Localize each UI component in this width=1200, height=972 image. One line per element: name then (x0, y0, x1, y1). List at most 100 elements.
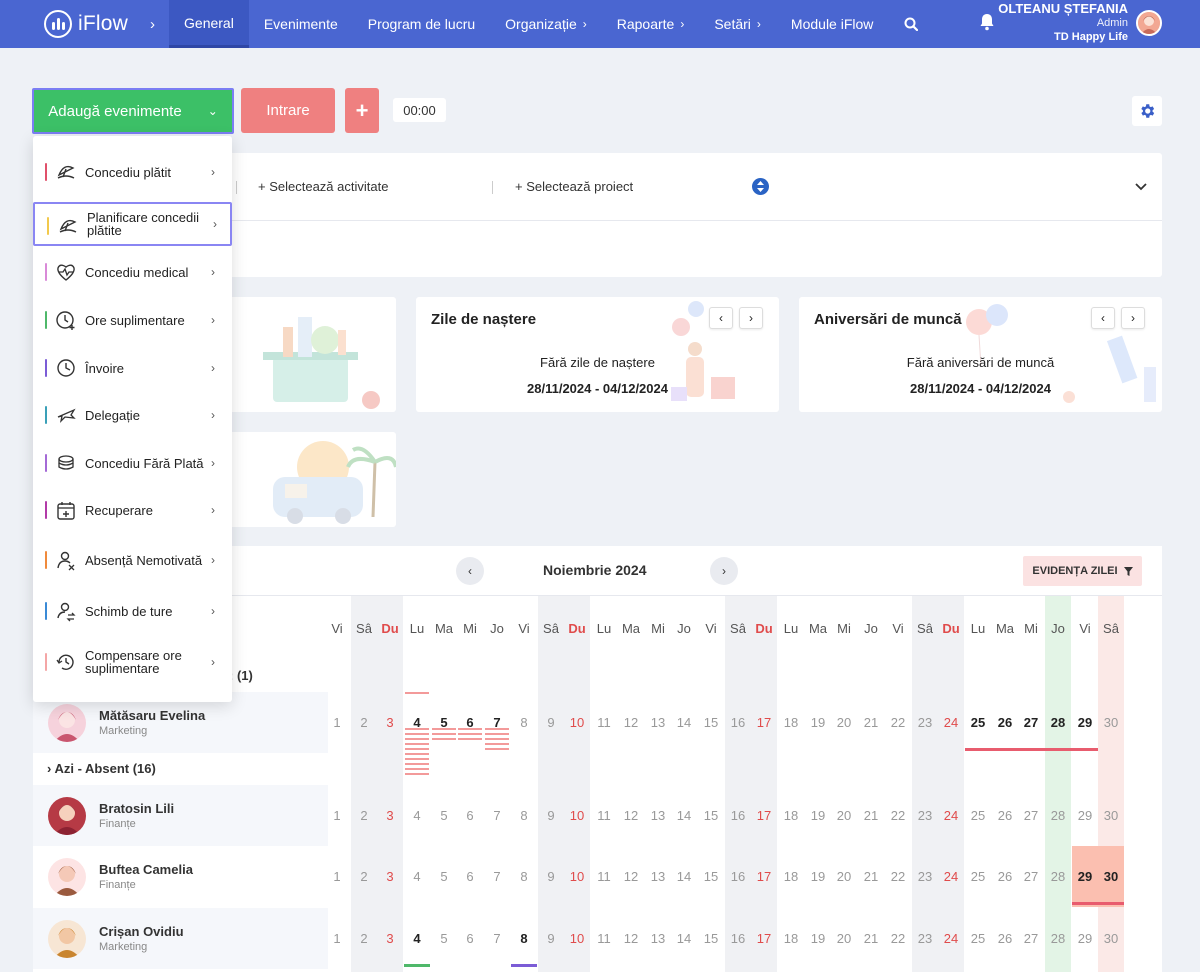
day-cell[interactable]: 24 (938, 869, 964, 884)
event-type-7[interactable]: Recuperare › (33, 488, 232, 532)
nav-item-6[interactable]: Module iFlow (776, 0, 888, 48)
day-cell[interactable]: 13 (645, 931, 671, 946)
event-type-2[interactable]: Concediu medical › (33, 250, 232, 294)
day-cell[interactable]: 1 (324, 715, 350, 730)
nav-item-1[interactable]: Evenimente (249, 0, 353, 48)
nav-item-3[interactable]: Organizație › (490, 0, 602, 48)
select-project-button[interactable]: + Selectează proiect (515, 179, 633, 194)
event-type-8[interactable]: Absență Nemotivată › (33, 538, 232, 582)
day-cell[interactable]: 11 (591, 715, 617, 730)
day-cell[interactable]: 2 (351, 869, 377, 884)
clock-in-button[interactable]: Intrare (241, 88, 335, 133)
search-icon[interactable] (888, 0, 934, 48)
day-cell[interactable]: 10 (564, 931, 590, 946)
employee-name[interactable]: Buftea Camelia (99, 862, 193, 877)
day-cell[interactable]: 8 (511, 931, 537, 946)
day-cell[interactable]: 25 (965, 931, 991, 946)
day-cell[interactable]: 19 (805, 715, 831, 730)
day-cell[interactable]: 19 (805, 931, 831, 946)
day-cell[interactable]: 18 (778, 869, 804, 884)
day-cell[interactable]: 20 (831, 808, 857, 823)
day-cell[interactable]: 6 (457, 869, 483, 884)
day-cell[interactable]: 27 (1018, 715, 1044, 730)
event-type-10[interactable]: Compensare ore suplimentare › (33, 640, 232, 684)
day-cell[interactable]: 22 (885, 869, 911, 884)
day-cell[interactable]: 17 (751, 869, 777, 884)
day-cell[interactable]: 1 (324, 808, 350, 823)
day-cell[interactable]: 10 (564, 808, 590, 823)
day-cell[interactable]: 21 (858, 715, 884, 730)
day-cell[interactable]: 29 (1072, 869, 1098, 884)
day-cell[interactable]: 10 (564, 869, 590, 884)
day-cell[interactable]: 8 (511, 808, 537, 823)
add-events-button[interactable]: Adaugă evenimente ⌄ (32, 88, 234, 134)
day-cell[interactable]: 25 (965, 869, 991, 884)
day-cell[interactable]: 11 (591, 931, 617, 946)
day-cell[interactable]: 3 (377, 715, 403, 730)
prev-arrow-icon[interactable]: ‹ (1091, 307, 1115, 329)
employee-name[interactable]: Crișan Ovidiu (99, 924, 184, 939)
day-cell[interactable]: 13 (645, 715, 671, 730)
day-cell[interactable]: 11 (591, 808, 617, 823)
event-type-3[interactable]: Ore suplimentare › (33, 298, 232, 342)
day-cell[interactable]: 12 (618, 808, 644, 823)
day-cell[interactable]: 30 (1098, 869, 1124, 884)
next-month-button[interactable]: › (710, 557, 738, 585)
day-cell[interactable]: 3 (377, 931, 403, 946)
group-header[interactable]: : (1) (229, 668, 253, 683)
prev-arrow-icon[interactable]: ‹ (709, 307, 733, 329)
day-cell[interactable]: 7 (484, 869, 510, 884)
day-cell[interactable]: 9 (538, 808, 564, 823)
event-type-9[interactable]: Schimb de ture › (33, 589, 232, 633)
employee-row[interactable]: Bratosin Lili Finanțe 1 2 3 4 5 6 7 8 9 10 11 12 13 14 1… (33, 785, 1162, 846)
sort-icon[interactable] (752, 178, 769, 195)
day-cell[interactable]: 5 (431, 715, 457, 730)
day-record-filter-button[interactable]: EVIDENȚA ZILEI (1023, 556, 1142, 586)
day-cell[interactable]: 26 (992, 931, 1018, 946)
day-cell[interactable]: 25 (965, 808, 991, 823)
day-cell[interactable]: 24 (938, 808, 964, 823)
day-cell[interactable]: 15 (698, 869, 724, 884)
nav-item-0[interactable]: General (169, 0, 249, 48)
add-button[interactable]: + (345, 88, 379, 133)
event-type-5[interactable]: Delegație › (33, 393, 232, 437)
day-cell[interactable]: 3 (377, 869, 403, 884)
day-cell[interactable]: 28 (1045, 808, 1071, 823)
employee-name[interactable]: Mătăsaru Evelina (99, 708, 205, 723)
bell-icon[interactable] (978, 12, 996, 32)
day-cell[interactable]: 30 (1098, 715, 1124, 730)
day-cell[interactable]: 9 (538, 869, 564, 884)
day-cell[interactable]: 13 (645, 808, 671, 823)
day-cell[interactable]: 4 (404, 931, 430, 946)
day-cell[interactable]: 26 (992, 808, 1018, 823)
day-cell[interactable]: 14 (671, 715, 697, 730)
nav-item-4[interactable]: Rapoarte › (602, 0, 700, 48)
day-cell[interactable]: 24 (938, 931, 964, 946)
day-cell[interactable]: 7 (484, 715, 510, 730)
day-cell[interactable]: 19 (805, 808, 831, 823)
day-cell[interactable]: 16 (725, 715, 751, 730)
day-cell[interactable]: 29 (1072, 931, 1098, 946)
day-cell[interactable]: 14 (671, 869, 697, 884)
day-cell[interactable]: 16 (725, 869, 751, 884)
day-cell[interactable]: 3 (377, 808, 403, 823)
event-type-0[interactable]: Concediu plătit › (33, 150, 232, 194)
day-cell[interactable]: 8 (511, 715, 537, 730)
day-cell[interactable]: 18 (778, 808, 804, 823)
day-cell[interactable]: 27 (1018, 808, 1044, 823)
event-type-6[interactable]: Concediu Fără Plată › (33, 441, 232, 485)
nav-item-5[interactable]: Setări › (699, 0, 776, 48)
day-cell[interactable]: 8 (511, 869, 537, 884)
day-cell[interactable]: 20 (831, 869, 857, 884)
day-cell[interactable]: 5 (431, 808, 457, 823)
day-cell[interactable]: 10 (564, 715, 590, 730)
day-cell[interactable]: 2 (351, 715, 377, 730)
day-cell[interactable]: 23 (912, 715, 938, 730)
day-cell[interactable]: 1 (324, 869, 350, 884)
day-cell[interactable]: 9 (538, 715, 564, 730)
day-cell[interactable]: 7 (484, 808, 510, 823)
day-cell[interactable]: 2 (351, 808, 377, 823)
event-type-4[interactable]: Învoire › (33, 346, 232, 390)
day-cell[interactable]: 13 (645, 869, 671, 884)
day-cell[interactable]: 20 (831, 931, 857, 946)
